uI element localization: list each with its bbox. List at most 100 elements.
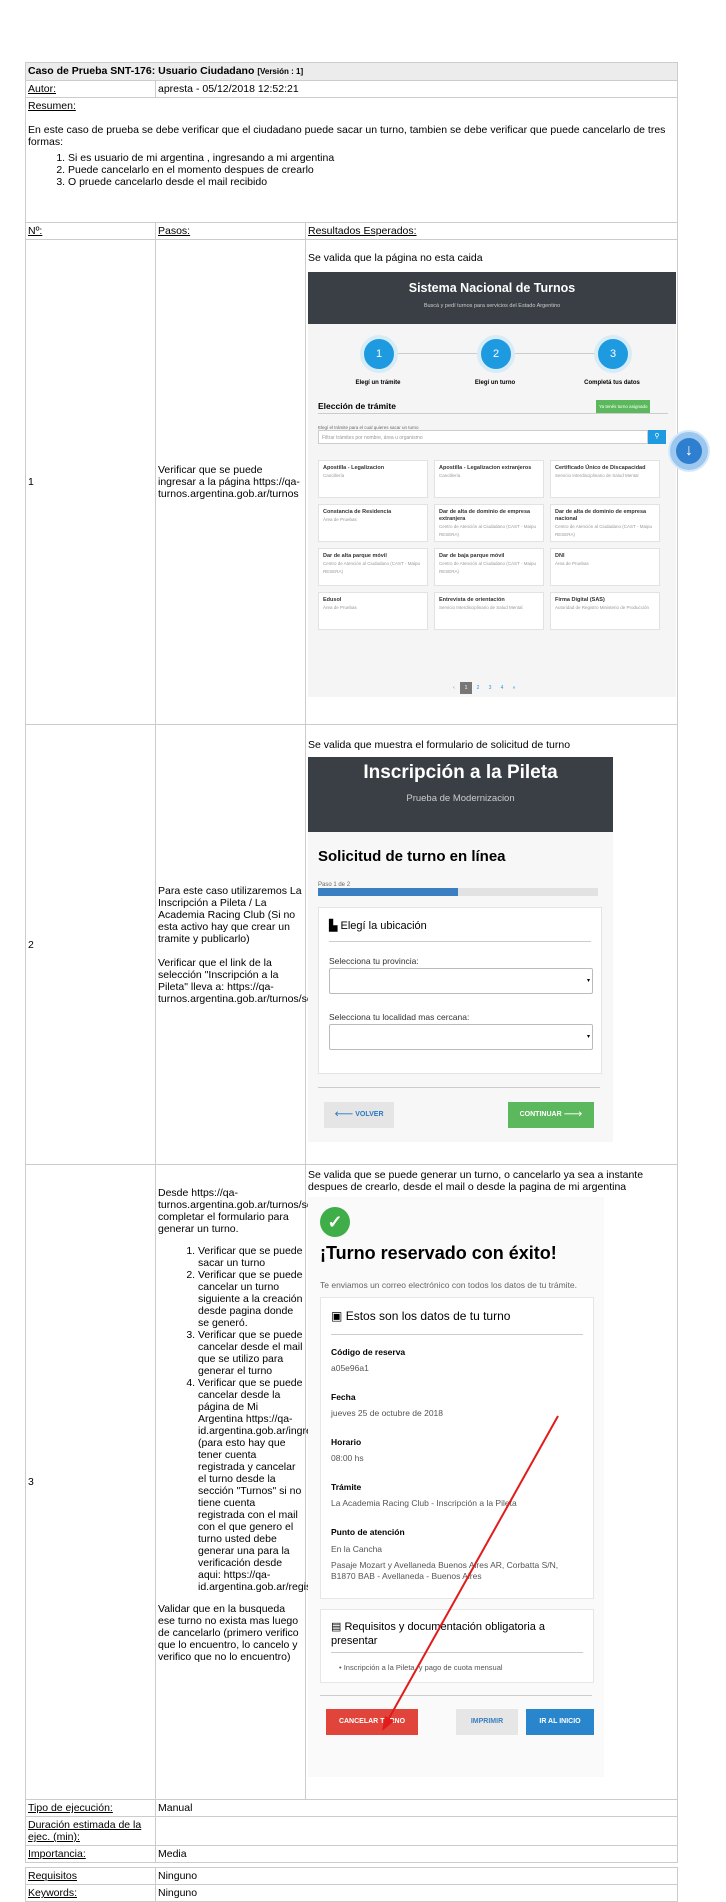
tramite-card[interactable]: Dar de alta de dominio de empresa nacion… xyxy=(550,504,660,542)
tramite-card-title: Dar de alta de dominio de empresa extran… xyxy=(439,509,531,522)
step-action-cell: Desde https://qa-turnos.argentina.gob.ar… xyxy=(155,1164,393,1800)
hero-banner: Sistema Nacional de Turnos Buscá y pedí … xyxy=(308,272,676,324)
author-label: Autor: xyxy=(28,83,57,95)
tramite-card[interactable]: DNI Área de Pruebas xyxy=(550,548,660,586)
chevron-down-icon: ▾ xyxy=(586,978,590,984)
assigned-badge[interactable]: Ya tenés turno asignado xyxy=(596,400,651,414)
step-action-cell: Para este caso utilizaremos La Inscripci… xyxy=(155,724,393,1165)
tramite-card[interactable]: Dar de alta parque móvil Centro de Atenci… xyxy=(318,548,428,586)
footer-value: Manual xyxy=(154,1799,679,1817)
page-link[interactable]: 2 xyxy=(472,682,484,694)
tramite-card-title: Edusol xyxy=(323,597,342,603)
tramite-card-org: Centro de Atención al Ciudadano (CAST - … xyxy=(323,561,420,574)
col-expected-cell: Resultados Esperados: xyxy=(304,222,679,240)
pileta-subtitle: Prueba de Modernizacion xyxy=(406,793,515,804)
tramite-card[interactable]: Firma Digital (SAS) Autoridad de Registro… xyxy=(550,592,660,630)
tramite-card[interactable]: Constancia de Residencia Área de Pruebas xyxy=(318,504,428,542)
screenshot-pileta-form: Inscripción a la Pileta Prueba de Modern… xyxy=(308,757,613,1142)
tramite-card[interactable]: Entrevista de orientación Servicio Interd… xyxy=(434,592,544,630)
tramite-card-title: Firma Digital (SAS) xyxy=(555,597,605,603)
test-case-title-cell: Caso de Prueba SNT-176: Usuario Ciudadan… xyxy=(24,62,679,81)
version: [Versión : 1] xyxy=(257,67,304,76)
footer-value: Ninguno xyxy=(154,1884,679,1902)
location-title-row: ▙ Elegí la ubicación xyxy=(329,920,427,932)
tramite-card-title: Dar de baja parque móvil xyxy=(439,553,505,559)
step-expected-cell: Se valida que se puede generar un turno,… xyxy=(304,1164,679,1800)
summary-text: En este caso de prueba se debe verificar… xyxy=(28,124,666,148)
step-number: 3 xyxy=(25,1164,156,1800)
footer-label: Importancia: xyxy=(28,1848,86,1860)
search-button[interactable]: ⚲ xyxy=(648,430,666,444)
screenshot-turnos-home: Sistema Nacional de Turnos Buscá y pedí … xyxy=(308,272,676,697)
page-link[interactable]: 1 xyxy=(460,682,472,694)
tramite-card[interactable]: Apostilla - Legalizacion Cancillería xyxy=(318,460,428,498)
step-action-intro: Desde https://qa-turnos.argentina.gob.ar… xyxy=(158,1187,393,1235)
stepper-label: Elegí un turno xyxy=(474,380,516,386)
tramite-card-title: Entrevista de orientación xyxy=(439,597,505,603)
continue-label: CONTINUAR xyxy=(519,1111,562,1118)
step-action-outro: Validar que en la busqueda ese turno no … xyxy=(158,1603,299,1663)
tramite-card-org: Área de Pruebas xyxy=(555,561,589,566)
page-link[interactable]: 3 xyxy=(484,682,496,694)
footer-label-cell: Tipo de ejecución: xyxy=(25,1799,156,1817)
summary-label: Resumen: xyxy=(28,100,76,112)
tramite-card-org: Autoridad de Registro Ministerio de Prod… xyxy=(555,605,650,610)
footer-value: Ninguno xyxy=(154,1867,679,1885)
section-title: Elección de trámite xyxy=(318,401,396,411)
footer-label: Duración estimada de la ejec. (min): xyxy=(28,1819,142,1843)
location-box: ▙ Elegí la ubicación Selecciona tu provi… xyxy=(318,907,602,1074)
pagination: ‹ 1 2 3 4» xyxy=(448,682,520,694)
stepper-circle: 1 xyxy=(360,335,398,373)
step-action: Verificar que se puede ingresar a la pág… xyxy=(155,239,306,725)
summary-item: O pruede cancelarlo desde el mail recibi… xyxy=(68,176,675,188)
search-input[interactable]: Filtrar trámites por nombre, área u orga… xyxy=(318,430,648,444)
form-heading: Solicitud de turno en línea xyxy=(318,848,506,865)
divider xyxy=(318,1087,600,1088)
footer-label: Requisitos xyxy=(28,1870,78,1882)
summary-cell: Resumen: En este caso de prueba se debe … xyxy=(24,97,679,223)
province-select[interactable]: ▾ xyxy=(329,968,593,994)
footer-label-cell: Keywords: xyxy=(25,1884,156,1902)
test-case-title: Caso de Prueba SNT-176: Usuario Ciudadan… xyxy=(28,65,255,77)
footer-value: Media xyxy=(154,1845,679,1863)
pileta-title: Inscripción a la Pileta xyxy=(363,762,558,783)
progress-bar xyxy=(318,888,598,896)
page-link[interactable]: 4 xyxy=(496,682,508,694)
summary-list: Si es usuario de mi argentina , ingresan… xyxy=(28,152,675,188)
col-steps-cell: Pasos: xyxy=(155,222,306,240)
summary-item: Si es usuario de mi argentina , ingresan… xyxy=(68,152,675,164)
tramite-card[interactable]: Edusol Área de Pruebas xyxy=(318,592,428,630)
tramite-card[interactable]: Certificado Único de Discapacidad Servici… xyxy=(550,460,660,498)
hero-title: Sistema Nacional de Turnos xyxy=(408,281,576,295)
back-button[interactable]: 🡐 VOLVER xyxy=(324,1102,394,1128)
tramite-card-org: Área de Pruebas xyxy=(323,605,357,610)
step-action-list: Verificar que se puede sacar un turno Ve… xyxy=(158,1245,330,1593)
page-link[interactable]: » xyxy=(508,682,520,694)
footer-label: Tipo de ejecución: xyxy=(28,1802,113,1814)
back-label: VOLVER xyxy=(355,1111,384,1118)
test-case-table: Caso de Prueba SNT-176: Usuario Ciudadan… xyxy=(24,62,679,1902)
summary-item: Puede cancelarlo en el momento despues d… xyxy=(68,164,675,176)
stepper-circle: 3 xyxy=(594,335,632,373)
scroll-down-button[interactable]: ↓ xyxy=(668,430,710,472)
continue-button[interactable]: CONTINUAR 🡒 xyxy=(508,1102,594,1128)
arrow-down-icon: ↓ xyxy=(676,438,702,464)
page-link[interactable]: ‹ xyxy=(448,682,460,694)
col-num: Nº: xyxy=(28,225,43,237)
tramite-card[interactable]: Apostilla - Legalizacion extranjeros Canc… xyxy=(434,460,544,498)
screenshot-turno-reservado: ✓ ¡Turno reservado con éxito! Te enviamo… xyxy=(308,1197,604,1777)
tramite-card-title: Apostilla - Legalizacion xyxy=(323,465,385,471)
tramite-card[interactable]: Dar de baja parque móvil Centro de Atenci… xyxy=(434,548,544,586)
locality-select[interactable]: ▾ xyxy=(329,1024,593,1050)
author-label-cell: Autor: xyxy=(25,80,156,98)
stepper-circle: 2 xyxy=(477,335,515,373)
search-icon: ⚲ xyxy=(654,433,660,440)
tramite-card-org: Servicio Interdisciplinario de Salud Men… xyxy=(555,473,639,478)
tramite-card[interactable]: Dar de alta de dominio de empresa extran… xyxy=(434,504,544,542)
step-action-item: Verificar que se puede cancelar desde la… xyxy=(198,1377,330,1593)
step-number: 1 xyxy=(25,239,156,725)
col-num-cell: Nº: xyxy=(25,222,156,240)
tramite-card-title: Certificado Único de Discapacidad xyxy=(555,465,646,471)
col-steps: Pasos: xyxy=(158,225,191,237)
tramite-card-title: DNI xyxy=(555,553,565,559)
